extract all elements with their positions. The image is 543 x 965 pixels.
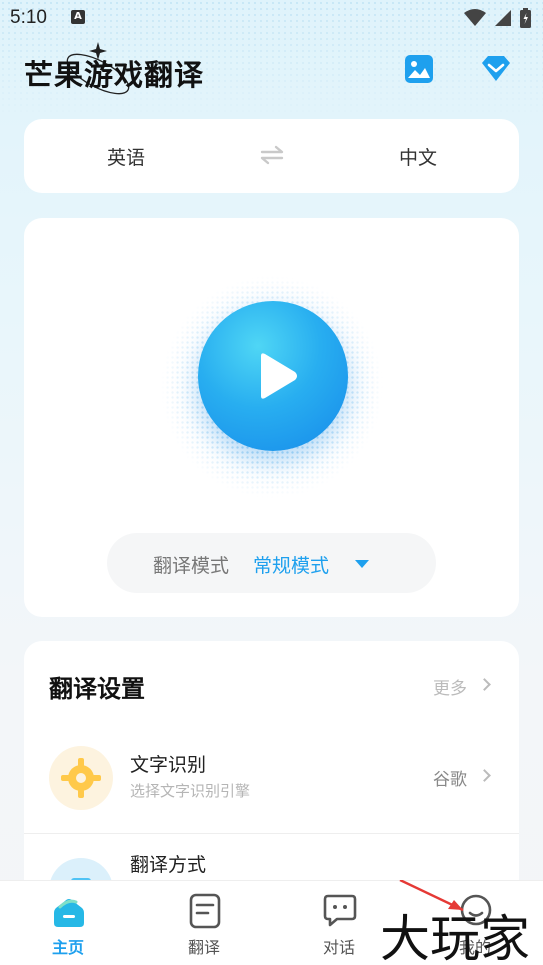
nav-item-home[interactable]: 主页 [18, 881, 118, 965]
setting-subtitle: 选择文字识别引擎 [130, 782, 251, 800]
setting-value: 谷歌 [433, 770, 467, 790]
nav-item-translate[interactable]: 翻译 [154, 881, 254, 965]
start-translate-button[interactable] [198, 301, 348, 451]
image-translate-button[interactable] [404, 54, 434, 84]
nav-label: 主页 [51, 938, 84, 957]
signal-icon [495, 10, 511, 26]
target-language[interactable]: 中文 [396, 143, 440, 170]
source-language[interactable]: 英语 [104, 143, 148, 170]
battery-icon [520, 8, 531, 28]
nav-label: 对话 [322, 938, 355, 957]
status-time: 5:10 [10, 7, 47, 28]
watermark-text: 大玩家 [380, 910, 530, 965]
status-bar: 5:10 A [0, 0, 543, 36]
translate-main-card: 翻译模式 常规模式 [24, 218, 519, 617]
diamond-icon [482, 56, 510, 81]
document-icon [189, 893, 221, 929]
nav-label: 翻译 [187, 938, 220, 957]
notification-a-icon: A [71, 10, 85, 24]
vip-button[interactable] [480, 54, 510, 84]
wifi-icon [464, 9, 486, 26]
setting-title: 翻译方式 [130, 854, 207, 876]
setting-title: 文字识别 [130, 754, 207, 776]
mode-value: 常规模式 [253, 555, 330, 577]
caret-down-icon [355, 560, 369, 568]
chat-icon [323, 894, 357, 927]
swap-arrows-icon[interactable] [260, 145, 284, 165]
setting-row-ocr[interactable]: 文字识别 选择文字识别引擎 谷歌 [24, 734, 519, 834]
home-icon [54, 899, 84, 927]
settings-more-link[interactable]: 更多 [433, 674, 467, 699]
play-icon [261, 353, 297, 399]
chevron-right-icon [478, 678, 491, 691]
mode-label: 翻译模式 [153, 555, 230, 577]
status-icons [464, 8, 531, 28]
settings-title: 翻译设置 [49, 675, 145, 703]
target-icon [49, 746, 113, 810]
translate-mode-selector[interactable]: 翻译模式 常规模式 [107, 533, 436, 593]
language-selector-card: 英语 中文 [24, 119, 519, 193]
app-title: 芒果游戏翻译 [24, 58, 205, 92]
image-icon [405, 55, 433, 83]
watermark: 大玩家 [380, 880, 530, 965]
chevron-right-icon [478, 769, 491, 782]
nav-item-chat[interactable]: 对话 [289, 881, 389, 965]
translate-settings-card: 翻译设置 更多 文字识别 选择文字识别引擎 谷歌 翻译方式 [24, 641, 519, 901]
